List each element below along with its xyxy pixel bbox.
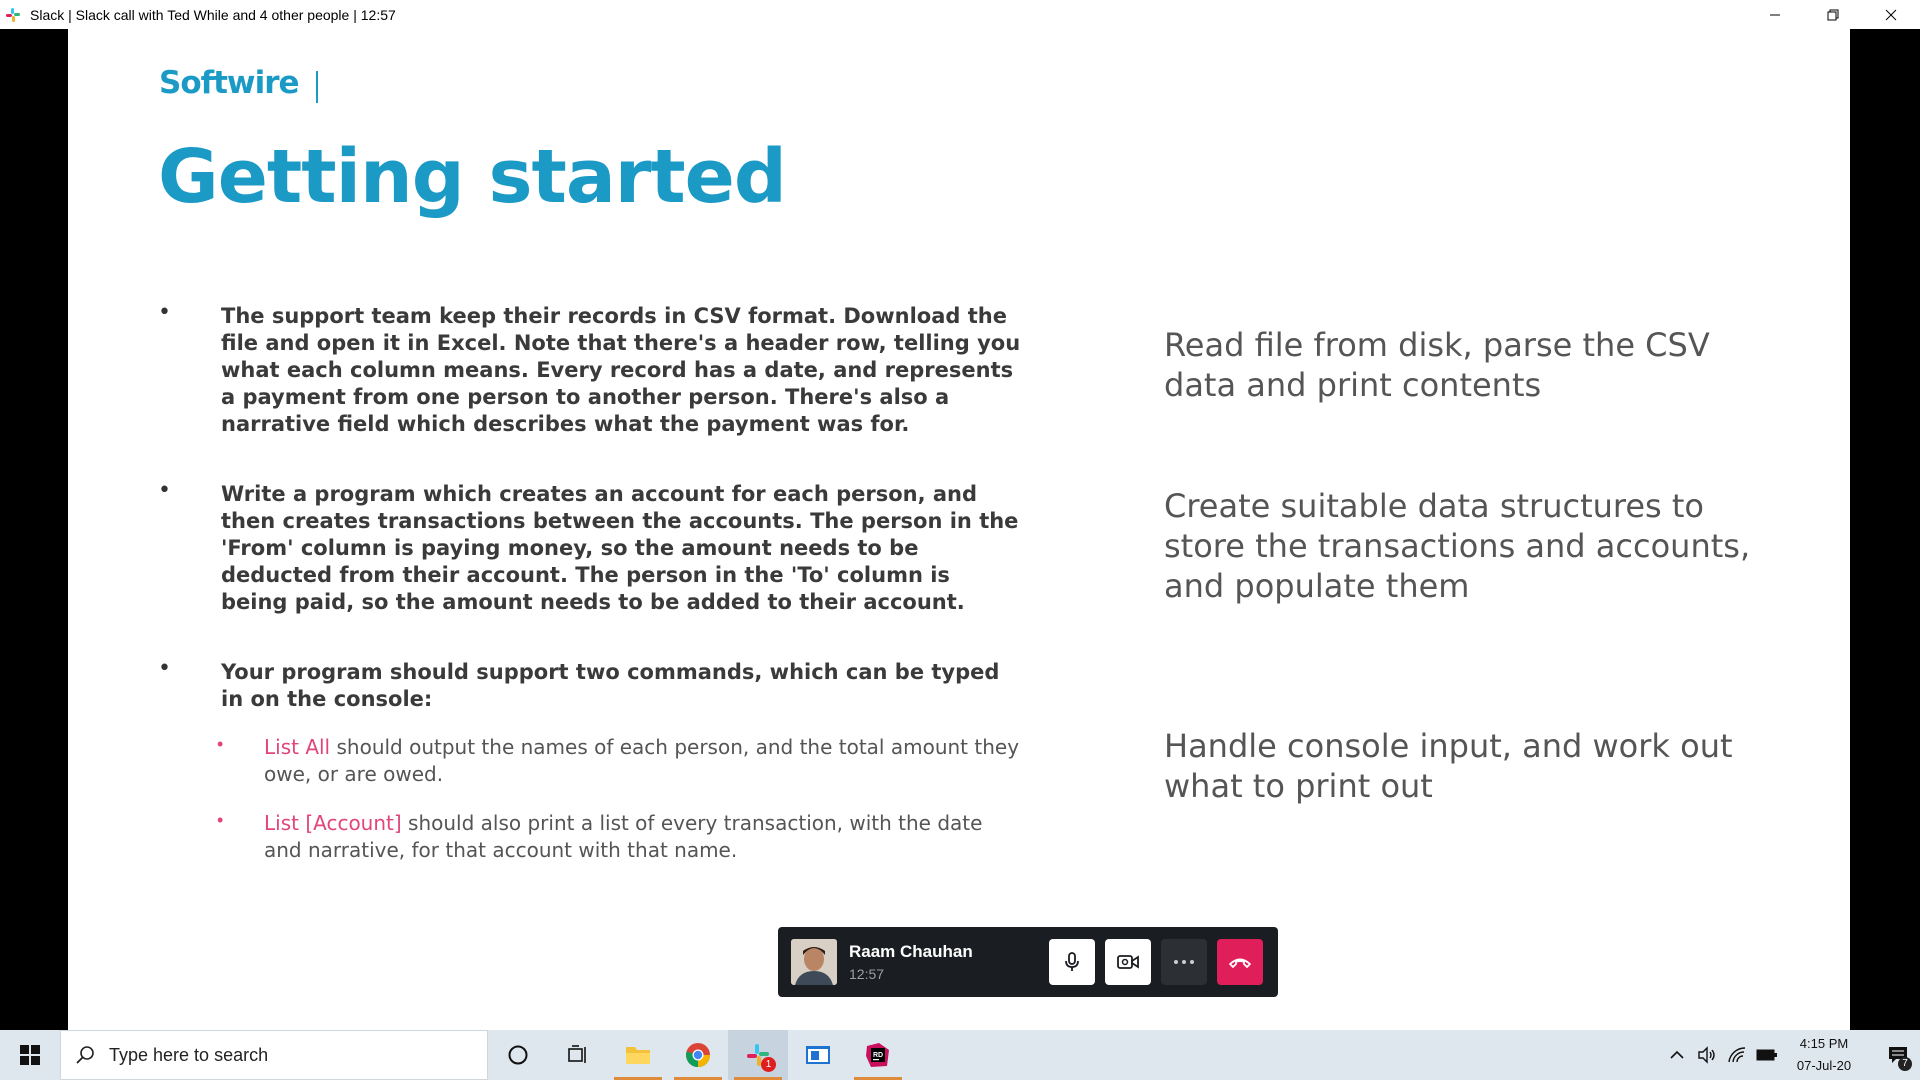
bullet-marker: • [158,656,171,681]
minimize-icon [1770,14,1780,15]
hang-up-icon [1229,958,1251,968]
windows-icon [20,1045,40,1065]
mute-button[interactable] [1049,939,1095,985]
system-tray: 4:15 PM 07-Jul-20 7 [1662,1030,1920,1080]
clock-time: 4:15 PM [1799,1036,1849,1051]
command-keyword: List All [264,735,331,759]
bullet-marker: • [158,478,171,503]
slack-icon [5,7,21,23]
task-view-icon [568,1045,586,1063]
speaker-icon [1698,1046,1715,1064]
more-options-button[interactable] [1161,939,1207,985]
restore-icon [1827,9,1839,20]
avatar [791,939,837,985]
video-button[interactable] [1105,939,1151,985]
network-button[interactable] [1722,1030,1752,1080]
call-widget[interactable]: Raam Chauhan 12:57 [778,927,1278,997]
bullet-text: Your program should support two commands… [221,660,1000,711]
bullet-marker: • [158,300,171,325]
slide-heading: Getting started [158,134,787,220]
sub-bullet-marker: • [217,734,224,754]
notification-count: 7 [1898,1057,1912,1071]
microphone-icon [1065,952,1079,971]
svg-text:RD: RD [873,1052,883,1059]
video-camera-icon [1117,955,1139,969]
start-button[interactable] [0,1030,60,1080]
shared-slide: Softwire Getting started • The support t… [68,29,1850,1030]
volume-button[interactable] [1692,1030,1722,1080]
battery-icon [1756,1049,1777,1061]
folder-icon [626,1047,650,1064]
task-view-button[interactable] [548,1030,608,1080]
taskbar: Type here to search 1 RD 4:15 PM 07-Jul-… [0,1030,1920,1080]
close-button[interactable] [1862,0,1920,29]
window-app-icon [806,1046,830,1064]
close-icon [1885,9,1897,20]
slack-badge: 1 [761,1057,776,1072]
restore-button[interactable] [1804,0,1862,29]
taskbar-slack[interactable]: 1 [728,1030,788,1080]
leave-call-button[interactable] [1217,939,1263,985]
rider-icon: RD [866,1043,889,1067]
side-note: Handle console input, and work out what … [1164,727,1733,805]
window-titlebar: Slack | Slack call with Ted While and 4 … [0,0,1920,29]
logo-divider [316,71,318,103]
caller-name: Raam Chauhan [849,942,973,961]
more-icon [1174,960,1194,964]
battery-button[interactable] [1752,1030,1782,1080]
call-duration: 12:57 [849,966,885,982]
sub-bullet-marker: • [217,810,224,830]
cortana-button[interactable] [488,1030,548,1080]
action-center-button[interactable]: 7 [1876,1030,1920,1080]
taskbar-search[interactable]: Type here to search [60,1030,488,1080]
chevron-up-icon [1670,1050,1684,1059]
wifi-icon [1728,1047,1746,1063]
search-icon [76,1046,94,1064]
window-title: Slack | Slack call with Ted While and 4 … [30,6,396,23]
side-note: Read file from disk, parse the CSV data … [1164,326,1710,404]
show-hidden-icons-button[interactable] [1662,1030,1692,1080]
command-keyword: List [Account] [264,811,402,835]
clock-date: 07-Jul-20 [1796,1058,1852,1073]
chrome-icon [686,1043,710,1068]
cortana-icon [508,1045,528,1065]
minimize-button[interactable] [1746,0,1804,29]
search-placeholder: Type here to search [109,1044,269,1065]
softwire-logo: Softwire [159,65,300,101]
side-note: Create suitable data structures to store… [1164,487,1751,605]
bullet-text: The support team keep their records in C… [221,304,1021,436]
bullet-text: Write a program which creates an account… [221,482,1019,614]
taskbar-clock[interactable]: 4:15 PM 07-Jul-20 [1788,1033,1860,1077]
taskbar-file-explorer[interactable] [608,1030,668,1080]
taskbar-rider[interactable]: RD [848,1030,908,1080]
sub-bullet-text: List All should output the names of each… [264,734,1024,788]
sub-bullet-text: List [Account] should also print a list … [264,810,1024,864]
command-description: should output the names of each person, … [264,735,1020,786]
taskbar-chrome[interactable] [668,1030,728,1080]
taskbar-app-window[interactable] [788,1030,848,1080]
